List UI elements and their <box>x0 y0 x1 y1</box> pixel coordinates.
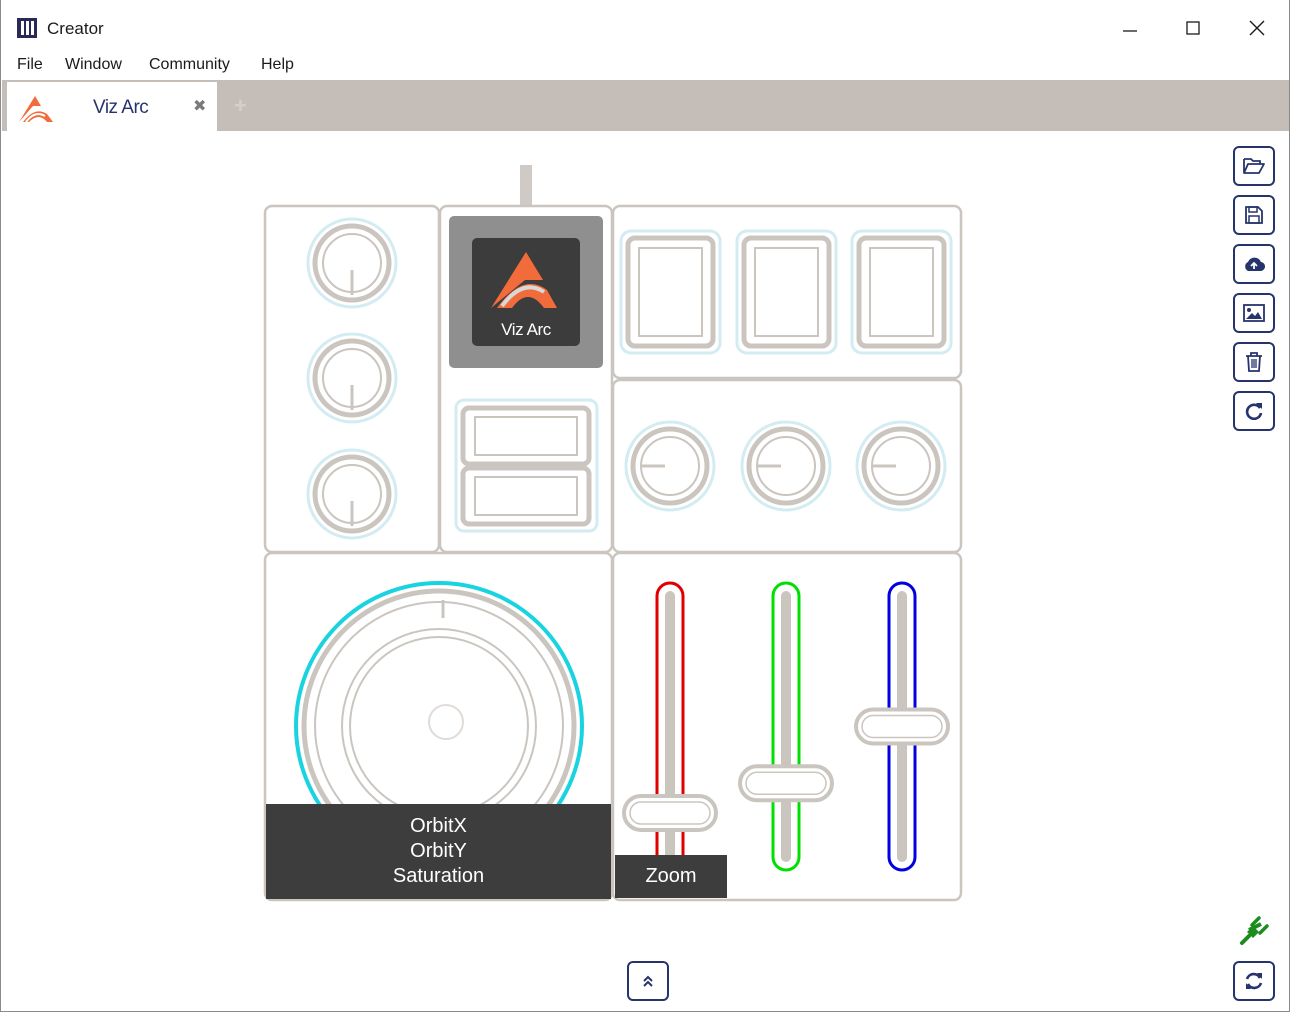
folder-open-icon <box>1243 158 1265 174</box>
image-button[interactable] <box>1233 293 1275 333</box>
pad-1[interactable] <box>619 229 722 355</box>
cable-connector <box>520 165 532 207</box>
save-button[interactable] <box>1233 195 1275 235</box>
fader-cap-1[interactable] <box>622 793 718 832</box>
save-icon <box>1245 206 1263 224</box>
pad-3[interactable] <box>850 229 953 355</box>
jog-label-saturation: Saturation <box>392 865 485 887</box>
stacked-button-1[interactable] <box>460 405 592 467</box>
encoder-1[interactable] <box>624 420 716 512</box>
open-file-button[interactable] <box>1233 146 1275 186</box>
plug-icon <box>1240 916 1269 945</box>
pad-2[interactable] <box>735 229 838 355</box>
expand-panel-button[interactable] <box>627 961 669 1001</box>
fader-assignment-label: Zoom <box>615 855 727 898</box>
jog-label-orbitx: OrbitX <box>410 815 467 837</box>
knob-1[interactable] <box>306 217 398 309</box>
fader-label-zoom: Zoom <box>645 865 697 887</box>
sync-button[interactable] <box>1233 961 1275 1001</box>
double-chevron-up-icon <box>643 975 653 987</box>
logo-button-label: Viz Arc <box>501 320 551 339</box>
encoder-2[interactable] <box>740 420 832 512</box>
delete-button[interactable] <box>1233 342 1275 382</box>
cloud-upload-icon <box>1245 257 1265 272</box>
knob-2[interactable] <box>306 332 398 424</box>
upload-cloud-button[interactable] <box>1233 244 1275 284</box>
knob-3[interactable] <box>306 448 398 540</box>
reload-button[interactable] <box>1233 391 1275 431</box>
jog-label-orbity: OrbitY <box>410 840 467 862</box>
app-window: Creator File Window Community Help Viz A… <box>0 0 1290 1012</box>
sync-icon <box>1245 972 1263 990</box>
stacked-button-2[interactable] <box>460 465 592 527</box>
encoder-3[interactable] <box>855 420 947 512</box>
trash-icon <box>1246 352 1262 372</box>
image-icon <box>1243 304 1265 322</box>
fader-cap-3[interactable] <box>854 707 950 746</box>
refresh-icon <box>1245 403 1263 420</box>
jog-assignment-label: OrbitX OrbitY Saturation <box>266 804 611 899</box>
fader-cap-2[interactable] <box>738 764 834 803</box>
